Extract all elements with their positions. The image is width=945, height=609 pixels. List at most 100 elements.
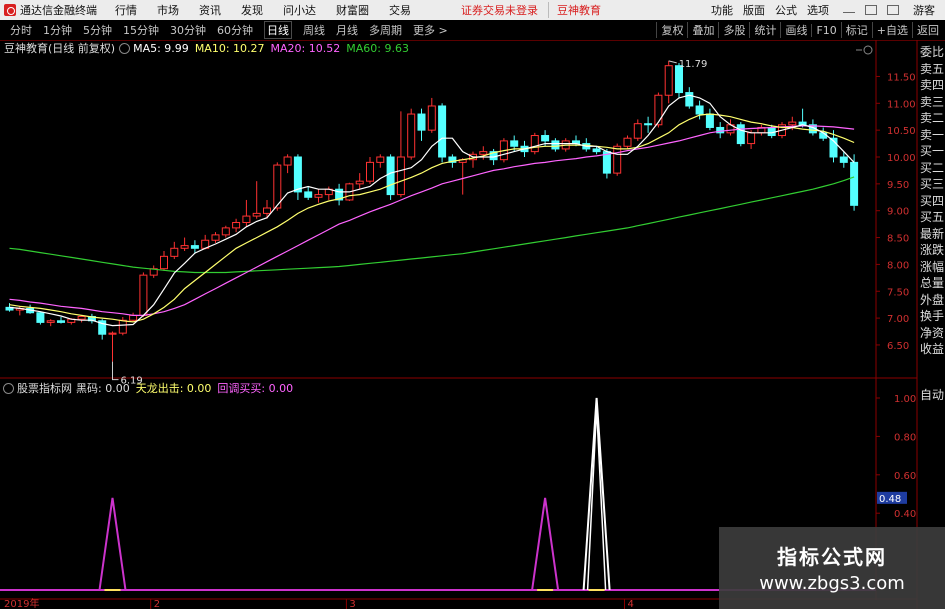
- date-tick-label: 2019年: [4, 597, 39, 609]
- indicator-tick-label: 0.80: [894, 432, 916, 443]
- candle-body: [788, 121, 797, 126]
- candle-body: [654, 94, 663, 126]
- side-item[interactable]: 买一: [919, 143, 945, 160]
- price-tick-label: 9.00: [887, 207, 909, 218]
- date-tick-label: 4: [628, 599, 634, 609]
- candle-body: [376, 156, 385, 163]
- ma20-line: [9, 125, 855, 316]
- side-item[interactable]: 卖三: [919, 94, 945, 111]
- indicator-tick-label: 0.40: [894, 509, 916, 520]
- candle-body: [417, 113, 426, 131]
- candle-body: [695, 105, 704, 115]
- candle-body: [530, 135, 539, 153]
- price-tick-label: 10.00: [887, 153, 916, 164]
- candle-body: [211, 234, 220, 241]
- candle-body: [366, 161, 374, 182]
- price-tick-label: 11.50: [887, 72, 916, 83]
- date-tick-label: 2: [154, 599, 160, 609]
- candle-body: [479, 151, 488, 155]
- candle-body: [633, 123, 642, 139]
- side-item[interactable]: 卖二: [919, 110, 945, 127]
- annotations-group: 11.79 6.19: [112, 59, 708, 387]
- side-item[interactable]: 卖一: [919, 127, 945, 144]
- indicator-tick-label: 1.00: [894, 394, 916, 405]
- side-item[interactable]: 外盘: [919, 292, 945, 309]
- candle-body: [819, 132, 828, 139]
- signal-spike: [98, 497, 127, 591]
- side-item[interactable]: 买三: [919, 176, 945, 193]
- candle-body: [427, 105, 436, 131]
- side-item[interactable]: 买四: [919, 193, 945, 210]
- indicator-marker-label: 0.48: [879, 494, 901, 505]
- watermark-url: www.zbgs3.com: [759, 573, 905, 594]
- high-label: 11.79: [679, 59, 708, 70]
- candle-body: [623, 137, 632, 147]
- candle-body: [314, 194, 323, 198]
- auto-button[interactable]: 自动: [919, 386, 945, 403]
- candle-body: [644, 123, 653, 126]
- side-item[interactable]: 净资: [919, 325, 945, 342]
- quote-side-panel: 委比 卖五 卖四 卖三 卖二 卖一 买一 买二 买三 买四 买五 最新 涨跌 涨…: [919, 44, 945, 358]
- candle-body: [747, 132, 756, 145]
- candle-body: [685, 92, 694, 107]
- signal-spike: [582, 397, 611, 591]
- side-item[interactable]: 总量: [919, 275, 945, 292]
- high-pointer: [668, 60, 677, 64]
- candle-body: [77, 315, 86, 320]
- candle-body: [283, 156, 292, 166]
- signal-spike: [531, 497, 560, 591]
- low-pointer: [112, 361, 119, 381]
- candle-body: [767, 126, 776, 137]
- side-item[interactable]: 涨跌: [919, 242, 945, 259]
- candle-body: [438, 105, 447, 158]
- candle-body: [304, 191, 313, 198]
- candle-body: [850, 161, 859, 206]
- candle-body: [57, 320, 65, 323]
- candle-body: [242, 215, 251, 224]
- side-item[interactable]: 卖五: [919, 61, 945, 78]
- price-tick-label: 7.00: [887, 314, 909, 325]
- candle-body: [263, 207, 271, 214]
- candle-body: [252, 212, 261, 217]
- price-tick-label: 8.00: [887, 260, 909, 271]
- side-item[interactable]: 换手: [919, 308, 945, 325]
- candle-body: [108, 332, 117, 335]
- price-tick-label: 8.50: [887, 234, 909, 245]
- side-item[interactable]: 最新: [919, 226, 945, 243]
- candle-body: [396, 156, 405, 196]
- candle-body: [664, 65, 673, 96]
- side-item[interactable]: 买五: [919, 209, 945, 226]
- side-item[interactable]: 委比: [919, 44, 945, 61]
- side-item[interactable]: 买二: [919, 160, 945, 177]
- candle-body: [221, 227, 230, 236]
- indicator-tick-label: 0.60: [894, 471, 916, 482]
- watermark: 指标公式网 www.zbgs3.com: [719, 527, 945, 609]
- ma60-line: [9, 176, 855, 274]
- candle-body: [551, 140, 560, 150]
- kline-chart[interactable]: 11.50 11.00 10.50 10.00 9.50 9.00 8.50 8.00 7.50…: [0, 0, 945, 609]
- candle-body: [129, 314, 138, 321]
- side-item[interactable]: 卖四: [919, 77, 945, 94]
- low-label: 6.19: [121, 376, 143, 387]
- candle-body: [839, 156, 848, 163]
- price-tick-label: 6.50: [887, 341, 909, 352]
- candle-body: [160, 255, 168, 270]
- candle-body: [592, 148, 601, 153]
- price-tick-label: 7.50: [887, 287, 909, 298]
- candle-body: [139, 274, 148, 316]
- candle-body: [705, 113, 714, 128]
- candle-body: [180, 245, 189, 249]
- candle-body: [118, 319, 127, 334]
- panel-close-icon[interactable]: [863, 45, 873, 55]
- price-tick-label: 9.50: [887, 180, 909, 191]
- candle-body: [736, 124, 745, 145]
- side-item[interactable]: 收益: [919, 341, 945, 358]
- price-axis: 11.50 11.00 10.50 10.00 9.50 9.00 8.50 8.00 7.50…: [876, 72, 916, 352]
- side-item[interactable]: 涨幅: [919, 259, 945, 276]
- ma10-line: [9, 113, 855, 323]
- price-tick-label: 11.00: [887, 99, 916, 110]
- candle-body: [293, 156, 302, 193]
- candles-group: [5, 60, 859, 362]
- watermark-title: 指标公式网: [777, 545, 887, 569]
- candle-body: [510, 140, 519, 147]
